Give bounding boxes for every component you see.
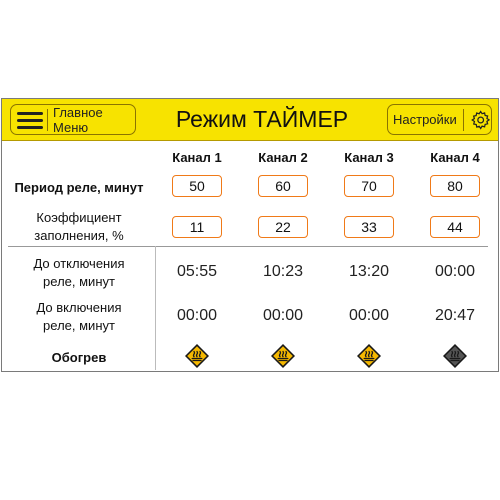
label-column-divider <box>155 246 156 370</box>
period-label: Период реле, минут <box>14 180 144 195</box>
until-on-ch3: 00:00 <box>348 307 390 324</box>
duty-input-ch2[interactable]: 22 <box>258 216 308 238</box>
header-bar: Главное Меню Режим ТАЙМЕР Настройки <box>2 99 498 141</box>
until-on-label-line1: До включения <box>36 300 122 315</box>
gear-icon <box>470 109 490 130</box>
duty-input-ch4[interactable]: 44 <box>430 216 480 238</box>
main-menu-button[interactable]: Главное Меню <box>10 104 136 135</box>
channel-2-header: Канал 2 <box>258 150 308 165</box>
period-input-ch3[interactable]: 70 <box>344 175 394 197</box>
period-input-ch2[interactable]: 60 <box>258 175 308 197</box>
duty-label-line1: Коэффициент <box>36 210 122 225</box>
channel-4-header: Канал 4 <box>430 150 480 165</box>
period-input-ch1[interactable]: 50 <box>172 175 222 197</box>
hamburger-icon <box>17 110 43 130</box>
channel-1-header: Канал 1 <box>172 150 222 165</box>
until-off-ch1: 05:55 <box>176 263 218 280</box>
main-menu-label: Главное Меню <box>53 104 103 135</box>
duty-input-ch1[interactable]: 11 <box>172 216 222 238</box>
heater-icon <box>271 344 295 368</box>
until-on-ch1: 00:00 <box>176 307 218 324</box>
duty-input-ch3[interactable]: 33 <box>344 216 394 238</box>
until-on-ch2: 00:00 <box>262 307 304 324</box>
until-on-ch4: 20:47 <box>434 307 476 324</box>
until-off-label-line2: реле, минут <box>43 274 115 289</box>
until-on-label-line2: реле, минут <box>43 318 115 333</box>
section-divider <box>8 246 488 247</box>
settings-divider <box>462 108 464 131</box>
until-off-ch2: 10:23 <box>262 263 304 280</box>
until-off-ch4: 00:00 <box>434 263 476 280</box>
until-off-label-line1: До отключения <box>33 256 125 271</box>
until-off-ch3: 13:20 <box>348 263 390 280</box>
heater-icon <box>185 344 209 368</box>
channel-3-header: Канал 3 <box>344 150 394 165</box>
duty-label-line2: заполнения, % <box>34 228 124 243</box>
page-title: Режим ТАЙМЕР <box>175 106 349 132</box>
heater-icon <box>357 344 381 368</box>
heater-icon <box>443 344 467 368</box>
period-input-ch4[interactable]: 80 <box>430 175 480 197</box>
timer-screen: Главное Меню Режим ТАЙМЕР Настройки Кана… <box>1 98 499 372</box>
menu-divider <box>47 108 49 131</box>
settings-button[interactable]: Настройки <box>387 104 492 135</box>
heating-label: Обогрев <box>51 350 107 365</box>
settings-label: Настройки <box>393 112 457 127</box>
